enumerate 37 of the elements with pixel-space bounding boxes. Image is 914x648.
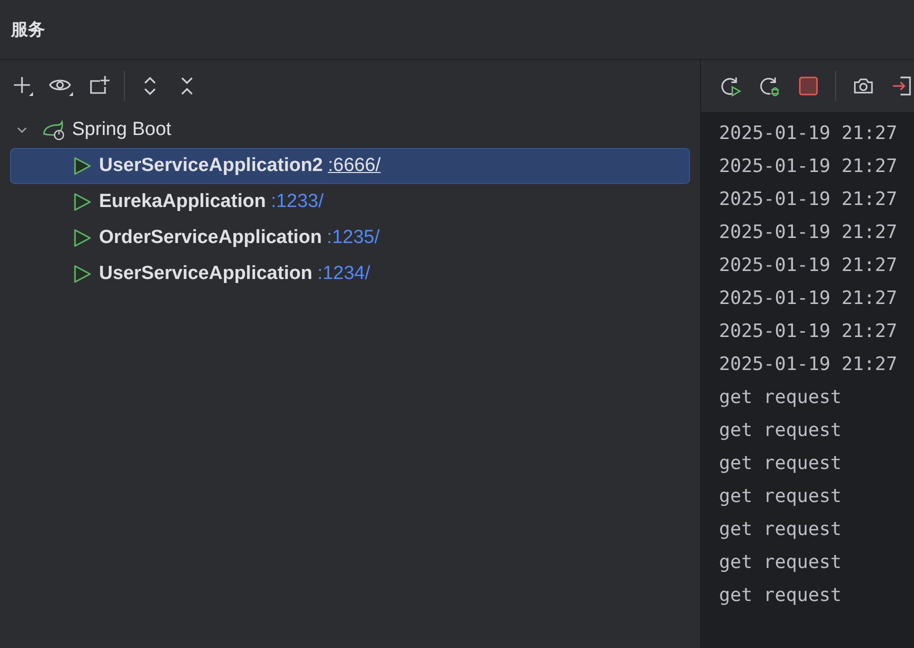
stop-icon[interactable] [796,74,820,98]
log-line: get request [719,485,843,509]
service-name: OrderServiceApplication [99,227,322,249]
service-item[interactable]: UserServiceApplication :1234/ [10,256,690,292]
log-line: 2025-01-19 21:27 [719,221,898,245]
tree-group-label[interactable]: Spring Boot [72,119,172,141]
service-name: UserServiceApplication2 [99,155,323,177]
add-icon[interactable] [11,74,35,98]
log-line: get request [719,584,843,608]
run-icon [72,192,92,212]
log-line: 2025-01-19 21:27 [719,188,898,212]
panel-title: 服务 [11,19,45,41]
log-line: 2025-01-19 21:27 [719,155,898,179]
log-line: get request [719,518,843,542]
service-name: UserServiceApplication [99,263,312,285]
service-item[interactable]: OrderServiceApplication :1235/ [10,220,690,256]
log-line: 2025-01-19 21:27 [719,287,898,311]
port-link[interactable]: :6666/ [328,155,381,177]
service-item[interactable]: EurekaApplication :1233/ [10,184,690,220]
log-line: 2025-01-19 21:27 [719,254,898,278]
port-link[interactable]: :1234/ [317,263,370,285]
log-line: 2025-01-19 21:27 [719,320,898,344]
service-item[interactable]: UserServiceApplication2 :6666/ [10,148,690,184]
log-line: 2025-01-19 21:27 [719,353,898,377]
log-line: get request [719,551,843,575]
run-icon [72,156,92,176]
log-line: get request [719,386,843,410]
port-link[interactable]: :1235/ [326,227,380,249]
service-name: EurekaApplication [99,191,266,213]
log-line: get request [719,452,843,476]
run-icon [72,228,92,248]
exit-icon[interactable] [891,74,914,98]
log-line: 2025-01-19 21:27 [719,122,898,146]
spring-boot-icon [42,119,66,141]
port-link[interactable]: :1233/ [270,191,324,213]
run-icon [72,264,92,284]
log-line: get request [719,419,843,443]
